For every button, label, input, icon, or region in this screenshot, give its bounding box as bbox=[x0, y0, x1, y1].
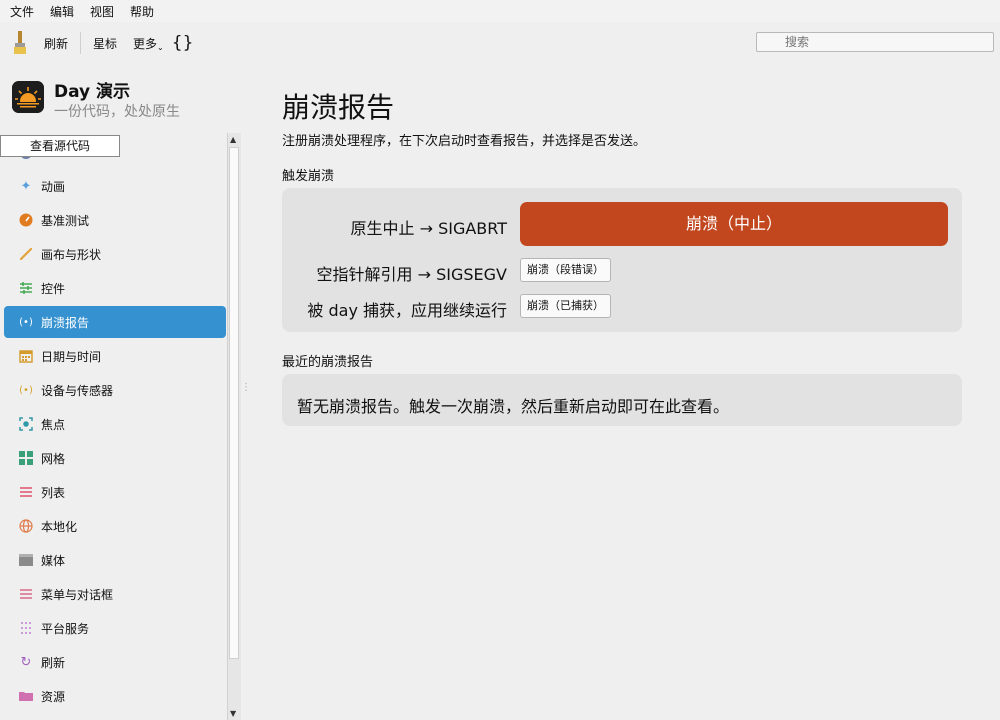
sidebar-nav: ✦ 动画 基准测试 画布与形状 控件 (•) 崩溃报告 日期与时间 (•) 设备… bbox=[4, 147, 226, 714]
list-icon bbox=[18, 484, 34, 500]
scroll-down-icon[interactable]: ▼ bbox=[230, 709, 236, 718]
recent-section-heading: 最近的崩溃报告 bbox=[282, 355, 374, 370]
brush-icon bbox=[18, 246, 34, 262]
star-button[interactable]: 星标 bbox=[93, 35, 117, 52]
row-label-sigabrt: 原生中止 → SIGABRT bbox=[350, 219, 507, 238]
sidebar-item-label: 列表 bbox=[41, 485, 66, 500]
splitter-handle[interactable]: ⋮ bbox=[241, 382, 251, 393]
folder-icon bbox=[18, 688, 34, 704]
braces-icon[interactable]: {} bbox=[172, 33, 194, 53]
more-button[interactable]: 更多 ⌄ bbox=[133, 35, 164, 52]
sidebar-item-list[interactable]: 列表 bbox=[4, 476, 226, 508]
sidebar-item-label: 焦点 bbox=[41, 417, 66, 432]
app-logo-icon bbox=[12, 81, 44, 113]
chevron-down-icon: ⌄ bbox=[157, 42, 164, 52]
menu-help[interactable]: 帮助 bbox=[124, 3, 160, 20]
crash-abort-button[interactable]: 崩溃（中止） bbox=[520, 202, 948, 246]
menu-icon bbox=[18, 586, 34, 602]
trigger-section-heading: 触发崩溃 bbox=[282, 169, 335, 184]
crash-segfault-button[interactable]: 崩溃（段错误） bbox=[520, 258, 611, 282]
sidebar-item-label: 菜单与对话框 bbox=[41, 587, 114, 602]
sidebar-item-canvas[interactable]: 画布与形状 bbox=[4, 238, 226, 270]
sidebar-item-resources[interactable]: 资源 bbox=[4, 680, 226, 712]
app-title: Day 演示 bbox=[54, 82, 131, 102]
sidebar-item-datetime[interactable]: 日期与时间 bbox=[4, 340, 226, 372]
sidebar-item-label: 基准测试 bbox=[41, 213, 90, 228]
sidebar-item-label: 媒体 bbox=[41, 553, 66, 568]
sidebar-item-label: 崩溃报告 bbox=[41, 315, 90, 330]
clapper-icon bbox=[18, 552, 34, 568]
more-label: 更多 bbox=[133, 36, 158, 51]
sidebar-item-label: 平台服务 bbox=[41, 621, 90, 636]
sidebar-item-localization[interactable]: 本地化 bbox=[4, 510, 226, 542]
sidebar-scrollbar[interactable]: ▲ ▼ bbox=[227, 133, 241, 720]
page-description: 注册崩溃处理程序，在下次启动时查看报告，并选择是否发送。 bbox=[282, 134, 647, 149]
menu-file[interactable]: 文件 bbox=[4, 3, 40, 20]
refresh-button[interactable]: 刷新 bbox=[44, 35, 68, 52]
row-label-caught: 被 day 捕获，应用继续运行 bbox=[307, 301, 507, 320]
calendar-icon bbox=[18, 348, 34, 364]
sliders-icon bbox=[18, 280, 34, 296]
refresh-icon: ↻ bbox=[20, 654, 32, 670]
sidebar-item-label: 画布与形状 bbox=[41, 247, 102, 262]
sidebar-item-benchmark[interactable]: 基准测试 bbox=[4, 204, 226, 236]
sidebar-item-platform[interactable]: 平台服务 bbox=[4, 612, 226, 644]
sparkle-icon: ✦ bbox=[20, 178, 32, 194]
sidebar-item-controls[interactable]: 控件 bbox=[4, 272, 226, 304]
sidebar-item-animation[interactable]: ✦ 动画 bbox=[4, 170, 226, 202]
sidebar-item-label: 控件 bbox=[41, 281, 66, 296]
gauge-icon bbox=[18, 212, 34, 228]
sidebar-item-label: 动画 bbox=[41, 179, 66, 194]
scroll-up-icon[interactable]: ▲ bbox=[230, 135, 236, 144]
menu-view[interactable]: 视图 bbox=[84, 3, 120, 20]
row-label-sigsegv: 空指针解引用 → SIGSEGV bbox=[316, 265, 507, 284]
sidebar-item-grid[interactable]: 网格 bbox=[4, 442, 226, 474]
sidebar-item-refresh[interactable]: ↻ 刷新 bbox=[4, 646, 226, 678]
sidebar-item-menus[interactable]: 菜单与对话框 bbox=[4, 578, 226, 610]
dots-icon bbox=[18, 620, 34, 636]
sidebar-item-label: 日期与时间 bbox=[41, 349, 102, 364]
focus-icon bbox=[18, 416, 34, 432]
broadcast-icon: (•) bbox=[19, 316, 33, 328]
sidebar-item-label: 设备与传感器 bbox=[41, 383, 114, 398]
page-title: 崩溃报告 bbox=[282, 91, 395, 124]
menu-edit[interactable]: 编辑 bbox=[44, 3, 80, 20]
menubar: 文件 编辑 视图 帮助 bbox=[0, 0, 1000, 22]
view-source-button[interactable]: 查看源代码 bbox=[0, 135, 120, 157]
broadcast-icon: (•) bbox=[19, 384, 33, 396]
globe-icon bbox=[18, 518, 34, 534]
recent-reports-card: 暂无崩溃报告。触发一次崩溃，然后重新启动即可在此查看。 bbox=[282, 374, 962, 426]
empty-state-text: 暂无崩溃报告。触发一次崩溃，然后重新启动即可在此查看。 bbox=[297, 397, 730, 416]
sidebar-item-label: 资源 bbox=[41, 689, 66, 704]
toolbar: 刷新 星标 更多 ⌄ {} bbox=[0, 24, 1000, 62]
search-input[interactable] bbox=[756, 32, 994, 52]
brush-app-icon[interactable] bbox=[12, 30, 28, 56]
sidebar-item-label: 网格 bbox=[41, 451, 66, 466]
sidebar-item-label: 本地化 bbox=[41, 519, 78, 534]
sidebar-item-label: 刷新 bbox=[41, 655, 66, 670]
scrollbar-thumb[interactable] bbox=[229, 147, 239, 659]
sidebar-item-crash-report[interactable]: (•) 崩溃报告 bbox=[4, 306, 226, 338]
sidebar-item-media[interactable]: 媒体 bbox=[4, 544, 226, 576]
app-subtitle: 一份代码，处处原生 bbox=[54, 104, 180, 120]
grid-icon bbox=[18, 450, 34, 466]
crash-caught-button[interactable]: 崩溃（已捕获） bbox=[520, 294, 611, 318]
trigger-card: 原生中止 → SIGABRT 崩溃（中止） 空指针解引用 → SIGSEGV 崩… bbox=[282, 188, 962, 332]
toolbar-divider bbox=[80, 32, 82, 54]
sidebar-item-devices[interactable]: (•) 设备与传感器 bbox=[4, 374, 226, 406]
sidebar-item-focus[interactable]: 焦点 bbox=[4, 408, 226, 440]
